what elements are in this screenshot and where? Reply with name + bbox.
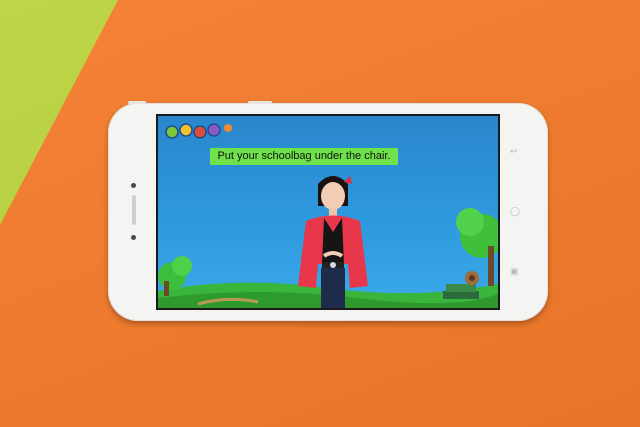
volume-button [128,101,146,104]
phone-screen: Put your schoolbag under the chair. [156,114,500,310]
video-frame[interactable]: Put your schoolbag under the chair. [158,116,498,308]
front-sensor [131,183,136,188]
earpiece-speaker [132,195,136,225]
front-camera [131,235,136,240]
recents-icon[interactable]: ▣ [510,267,519,276]
power-button [248,101,272,104]
lesson-caption: Put your schoolbag under the chair. [210,148,398,165]
back-icon[interactable]: ↩ [510,147,518,156]
home-icon[interactable]: ◯ [510,207,520,216]
channel-logo [165,123,232,139]
smartphone: Put your schoolbag under the chair. ↩ ◯ … [108,101,548,321]
teacher-presenter [298,176,368,308]
